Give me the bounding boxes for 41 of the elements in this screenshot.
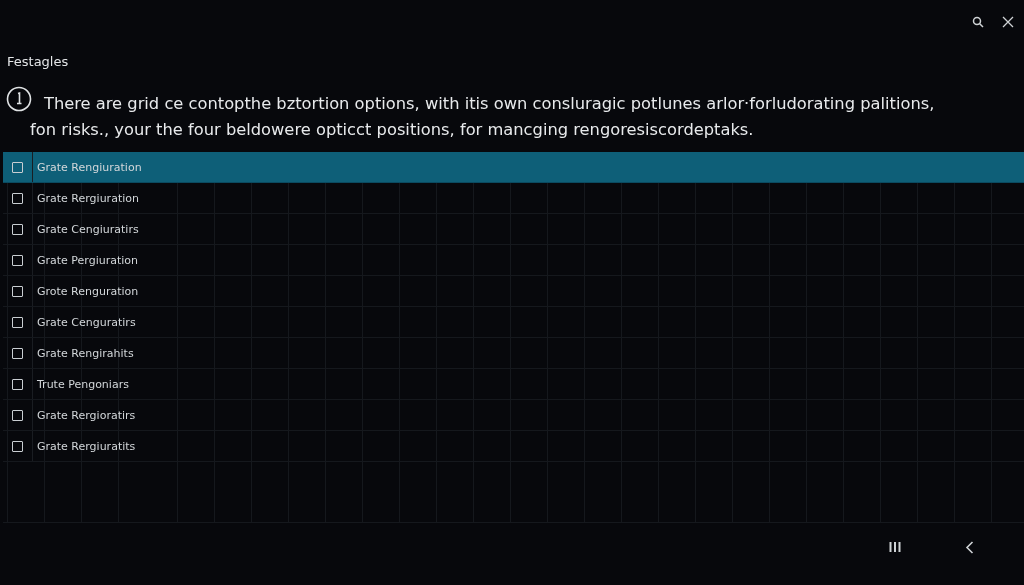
- info-icon: [6, 86, 32, 112]
- info-text: fon risks., your the four beldowere opticct positions, for mancging rengoresiscordeptaks.: [30, 120, 755, 139]
- list-row[interactable]: Grate Cenguratirs: [3, 307, 1024, 338]
- row-label: Grate Cenguratirs: [36, 315, 137, 329]
- checkbox[interactable]: [12, 254, 23, 266]
- row-label: Grote Renguration: [36, 284, 140, 298]
- close-icon: [1002, 16, 1014, 28]
- list-row[interactable]: Grate Rergiuratits: [3, 431, 1024, 462]
- list-row[interactable]: Grate Pergiuration: [3, 245, 1024, 276]
- list-row[interactable]: Grote Renguration: [3, 276, 1024, 307]
- row-label: Grate Rergioratirs: [36, 408, 137, 422]
- checkbox[interactable]: [12, 409, 23, 421]
- row-label: Grate Rergiuration: [36, 191, 140, 205]
- checkbox[interactable]: [12, 161, 23, 173]
- checkbox[interactable]: [12, 378, 23, 390]
- info-text: There are grid ce contopthe bztortion options, with itis own consluragic potlunes arlor·forludorating palitions,: [44, 94, 935, 113]
- search-button[interactable]: [970, 14, 986, 30]
- page-title: Festagles: [6, 53, 70, 71]
- search-icon: [972, 16, 984, 28]
- row-label: Grate Rergiuratits: [36, 439, 137, 453]
- row-label: Grate Pergiuration: [36, 253, 140, 267]
- checkbox[interactable]: [12, 347, 23, 359]
- checkbox[interactable]: [12, 285, 23, 297]
- three-bars-icon: [889, 541, 901, 553]
- list-row[interactable]: Grate Rergioratirs: [3, 400, 1024, 431]
- list-row[interactable]: Grate Cengiuratirs: [3, 214, 1024, 245]
- checkbox[interactable]: [12, 192, 23, 204]
- row-label: Trute Pengoniars: [36, 377, 130, 391]
- row-label: Grate Rengirahits: [36, 346, 135, 360]
- close-button[interactable]: [1000, 14, 1016, 30]
- checkbox[interactable]: [12, 440, 23, 452]
- recent-apps-button[interactable]: [887, 539, 903, 555]
- checkbox[interactable]: [12, 223, 23, 235]
- row-label: Grate Cengiuratirs: [36, 222, 140, 236]
- row-label: Grate Rengiuration: [36, 160, 140, 174]
- list-row[interactable]: Grate Rergiuration: [3, 183, 1024, 214]
- list-row[interactable]: Trute Pengoniars: [3, 369, 1024, 400]
- chevron-left-icon: [965, 540, 974, 554]
- checkbox[interactable]: [12, 316, 23, 328]
- list-row[interactable]: Grate Rengiuration: [3, 152, 1024, 183]
- list-row[interactable]: Grate Rengirahits: [3, 338, 1024, 369]
